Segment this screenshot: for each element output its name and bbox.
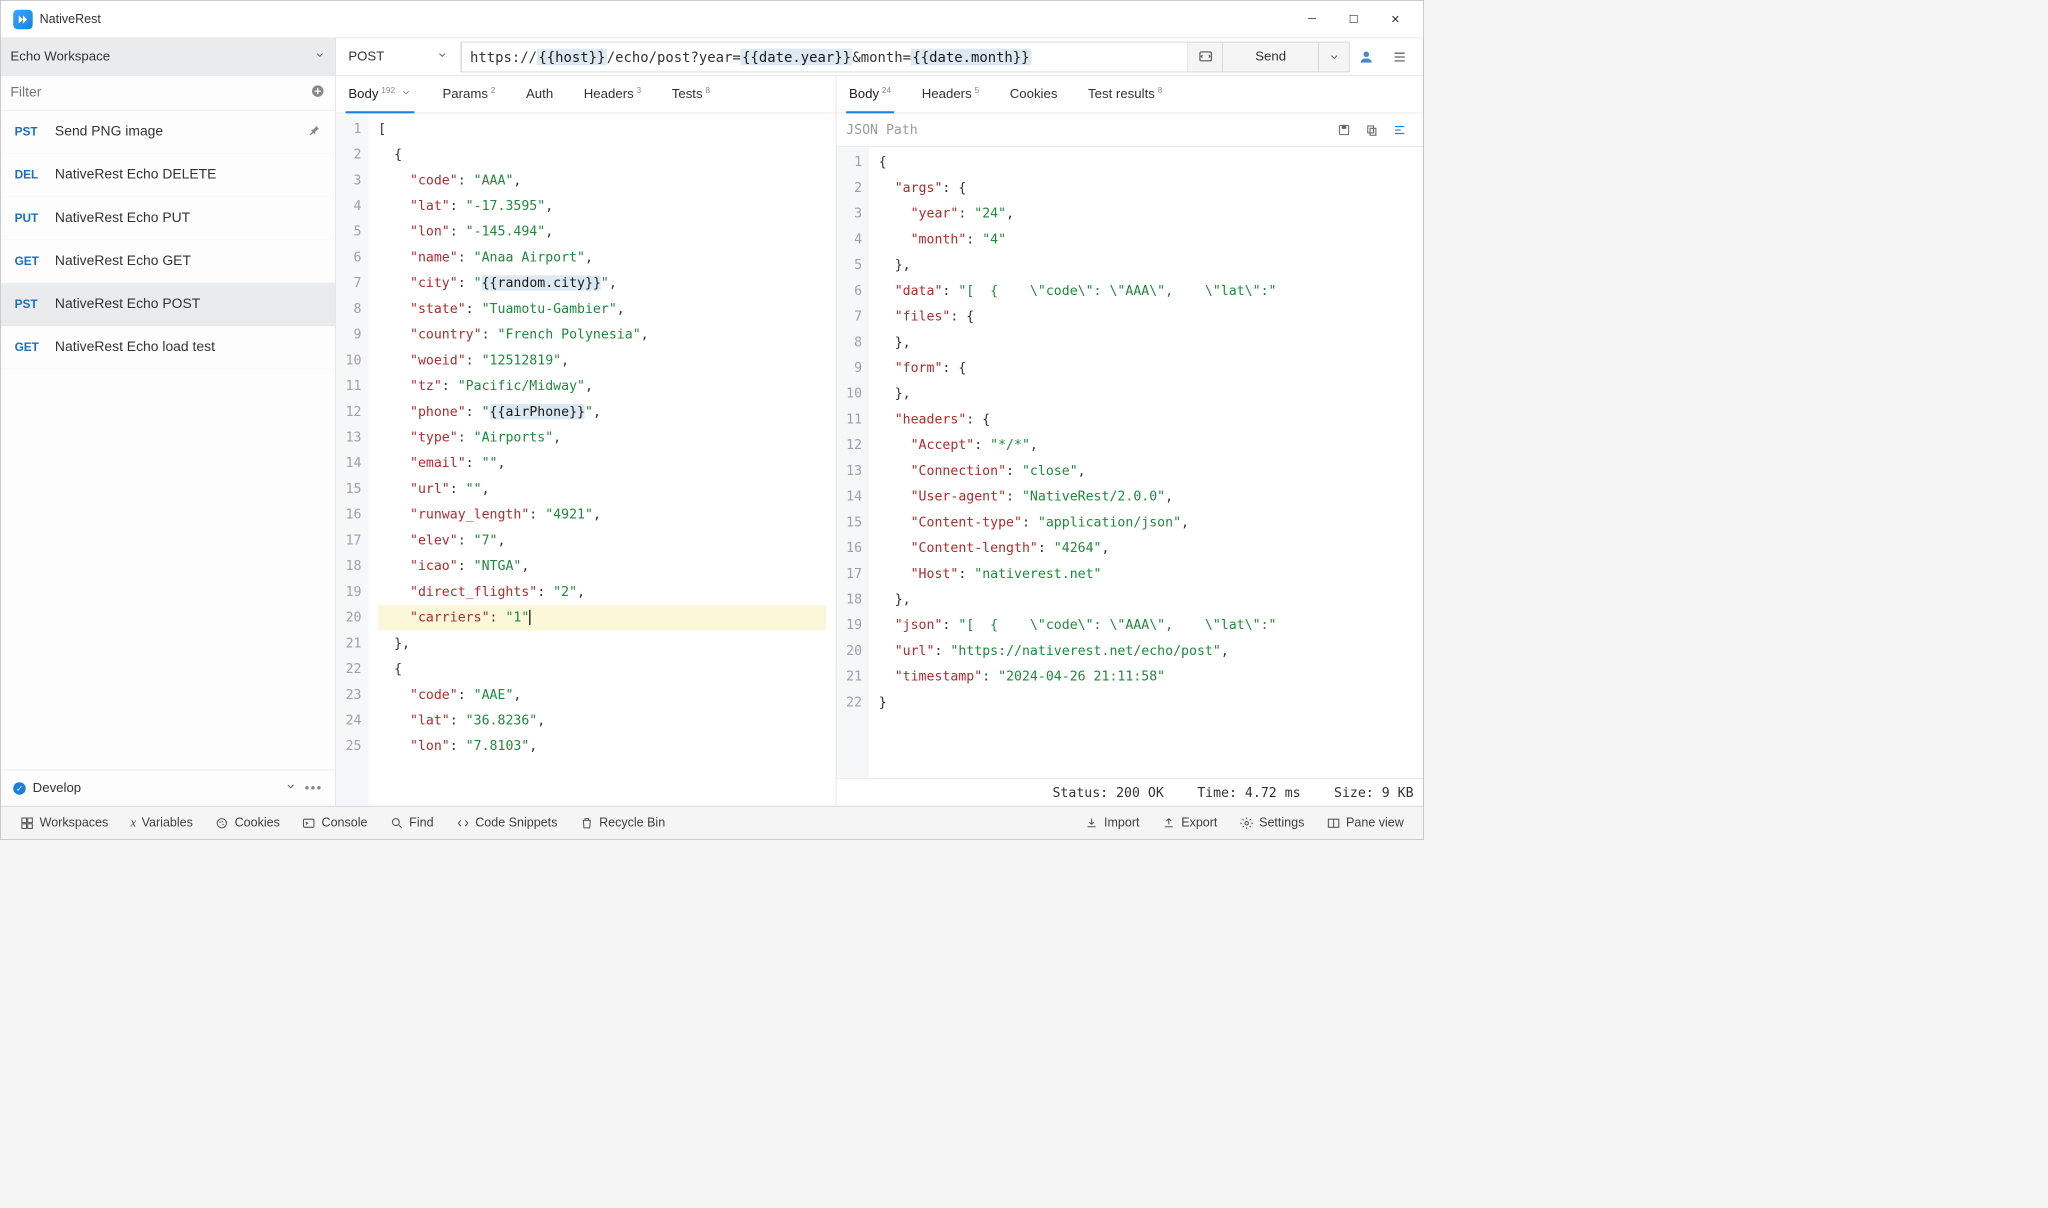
maximize-button[interactable]: ☐ [1333, 5, 1375, 33]
request-name: NativeRest Echo POST [55, 296, 321, 312]
chevron-down-icon [401, 87, 412, 102]
check-icon: ✓ [13, 782, 26, 795]
send-dropdown[interactable] [1319, 41, 1350, 72]
request-pane: Body 192 Params 2 Auth Headers 3 [336, 76, 837, 806]
copy-icon[interactable] [1358, 123, 1386, 137]
jsonpath-input[interactable]: JSON Path [846, 122, 918, 137]
tab-resp-tests[interactable]: Test results 8 [1085, 76, 1165, 113]
request-item[interactable]: GETNativeRest Echo GET [1, 240, 335, 283]
request-name: NativeRest Echo GET [55, 253, 321, 269]
jsonpath-row: JSON Path [836, 113, 1423, 146]
bb-variables[interactable]: xVariables [119, 816, 204, 831]
request-name: NativeRest Echo DELETE [55, 167, 321, 183]
request-item[interactable]: PSTNativeRest Echo POST [1, 283, 335, 326]
request-item[interactable]: DELNativeRest Echo DELETE [1, 154, 335, 197]
account-icon[interactable] [1350, 41, 1383, 72]
bb-console[interactable]: Console [291, 816, 379, 831]
request-method: GET [15, 254, 55, 268]
format-icon[interactable] [1386, 123, 1414, 137]
generate-code-icon[interactable] [1188, 41, 1223, 72]
filter-row [1, 76, 335, 111]
bb-paneview[interactable]: Pane view [1315, 816, 1414, 831]
request-name: NativeRest Echo load test [55, 339, 321, 355]
request-method: DEL [15, 168, 55, 182]
workspace-name: Echo Workspace [10, 49, 110, 64]
bb-export[interactable]: Export [1151, 816, 1229, 831]
tab-resp-cookies[interactable]: Cookies [1007, 76, 1060, 113]
response-body-viewer[interactable]: 12345678910111213141516171819202122 { "a… [836, 147, 1423, 778]
titlebar: NativeRest ─ ☐ ✕ [1, 1, 1424, 39]
request-method: PST [15, 125, 55, 139]
chevron-down-icon [314, 49, 325, 64]
request-body-editor[interactable]: 1234567891011121314151617181920212223242… [336, 113, 836, 806]
add-request-button[interactable] [310, 83, 325, 102]
request-bar: POST https://{{host}}/echo/post?year={{d… [336, 38, 1423, 75]
tab-tests[interactable]: Tests 8 [669, 76, 713, 113]
app-title: NativeRest [40, 12, 101, 27]
app-window: NativeRest ─ ☐ ✕ Echo Workspace POST htt… [0, 0, 1424, 840]
chevron-down-icon [285, 780, 296, 795]
close-button[interactable]: ✕ [1375, 5, 1417, 33]
pin-icon[interactable] [309, 124, 322, 140]
request-list: PSTSend PNG imageDELNativeRest Echo DELE… [1, 111, 335, 770]
content: PSTSend PNG imageDELNativeRest Echo DELE… [1, 76, 1424, 806]
request-item[interactable]: PSTSend PNG image [1, 111, 335, 154]
toolbar: Echo Workspace POST https://{{host}}/ech… [1, 38, 1424, 76]
app-icon [13, 9, 32, 28]
tab-resp-headers[interactable]: Headers 5 [919, 76, 982, 113]
response-tabs: Body 24 Headers 5 Cookies Test results 8 [836, 76, 1423, 114]
editor-pane: Body 192 Params 2 Auth Headers 3 [336, 76, 1423, 806]
tab-headers[interactable]: Headers 3 [581, 76, 644, 113]
request-item[interactable]: GETNativeRest Echo load test [1, 326, 335, 369]
bb-import[interactable]: Import [1073, 816, 1150, 831]
workspace-selector[interactable]: Echo Workspace [1, 38, 336, 75]
minimize-button[interactable]: ─ [1291, 5, 1333, 33]
request-item[interactable]: PUTNativeRest Echo PUT [1, 197, 335, 240]
bb-recycle[interactable]: Recycle Bin [568, 816, 676, 831]
response-pane: Body 24 Headers 5 Cookies Test results 8 [836, 76, 1423, 806]
more-icon[interactable]: ••• [305, 780, 323, 795]
tab-auth[interactable]: Auth [523, 76, 556, 113]
hamburger-icon[interactable] [1383, 41, 1416, 72]
filter-input[interactable] [10, 85, 310, 101]
bb-settings[interactable]: Settings [1229, 816, 1316, 831]
tab-resp-body[interactable]: Body 24 [846, 76, 894, 113]
request-tabs: Body 192 Params 2 Auth Headers 3 [336, 76, 836, 114]
status-line: Status: 200 OK Time: 4.72 ms Size: 9 KB [836, 778, 1423, 806]
tab-params[interactable]: Params 2 [440, 76, 499, 113]
bb-snippets[interactable]: Code Snippets [445, 816, 569, 831]
sidebar: PSTSend PNG imageDELNativeRest Echo DELE… [1, 76, 336, 806]
method-label: POST [348, 49, 384, 64]
environment-selector[interactable]: ✓ Develop ••• [1, 770, 335, 806]
tab-body[interactable]: Body 192 [346, 76, 415, 113]
method-selector[interactable]: POST [336, 41, 461, 72]
request-name: NativeRest Echo PUT [55, 210, 321, 226]
chevron-down-icon [437, 49, 448, 64]
save-icon[interactable] [1330, 123, 1358, 137]
request-method: PST [15, 297, 55, 311]
bb-find[interactable]: Find [379, 816, 445, 831]
bottombar: Workspaces xVariables Cookies Console Fi… [1, 806, 1424, 839]
bb-cookies[interactable]: Cookies [204, 816, 291, 831]
send-button[interactable]: Send [1223, 41, 1319, 72]
request-method: PUT [15, 211, 55, 225]
bb-workspaces[interactable]: Workspaces [9, 816, 119, 831]
url-input[interactable]: https://{{host}}/echo/post?year={{date.y… [461, 41, 1188, 72]
request-name: Send PNG image [55, 124, 309, 140]
request-method: GET [15, 340, 55, 354]
